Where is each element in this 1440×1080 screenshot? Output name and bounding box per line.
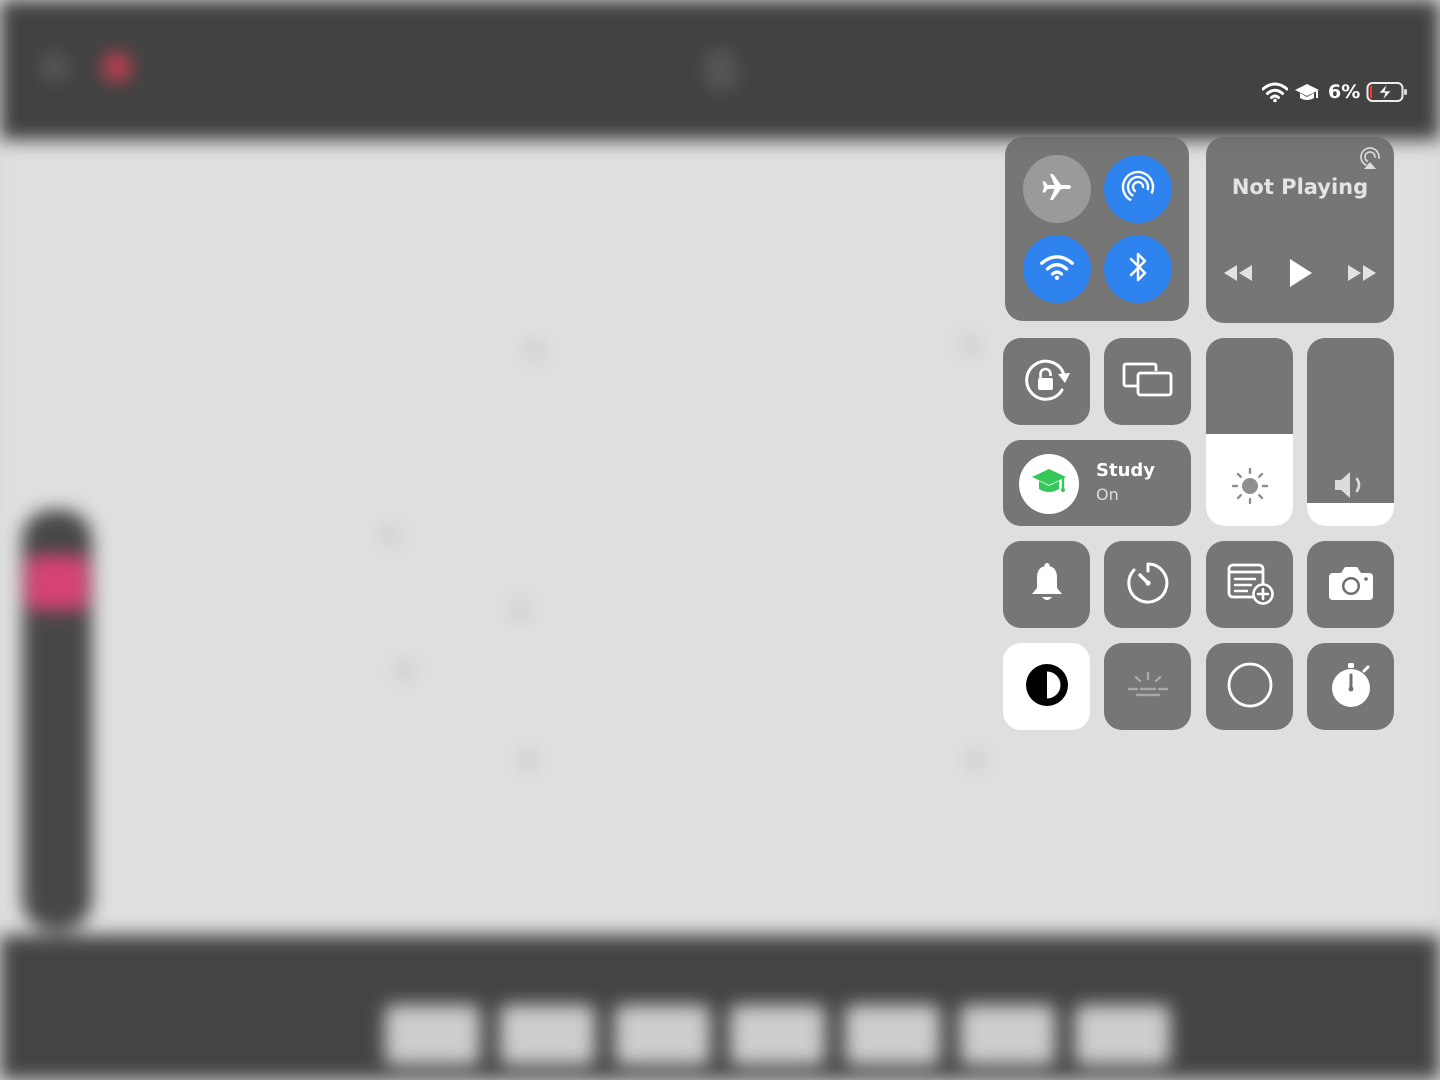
orientation-lock-button[interactable]: [1003, 338, 1090, 425]
screen-record-button[interactable]: [1206, 643, 1293, 730]
focus-name: Study: [1096, 460, 1156, 481]
speaker-icon: [1331, 468, 1371, 506]
dark-mode-button[interactable]: [1003, 643, 1090, 730]
stopwatch-button[interactable]: [1307, 643, 1394, 730]
study-focus-icon: [1294, 81, 1320, 103]
focus-state: On: [1096, 485, 1119, 504]
camera-icon: [1327, 564, 1375, 606]
airplane-icon: [1040, 170, 1074, 208]
battery-charging-icon: [1366, 81, 1408, 103]
camera-button[interactable]: [1307, 541, 1394, 628]
graduation-cap-icon: [1030, 465, 1068, 503]
focus-icon-circle: [1019, 454, 1079, 514]
brightness-slider[interactable]: [1206, 338, 1293, 526]
wifi-toggle[interactable]: [1023, 235, 1091, 303]
fast-forward-icon[interactable]: [1346, 262, 1378, 288]
connectivity-module: [1005, 137, 1189, 321]
volume-slider[interactable]: [1307, 338, 1394, 526]
status-bar: 6%: [1262, 78, 1408, 106]
true-tone-icon: [1123, 670, 1173, 704]
sun-icon: [1230, 466, 1270, 510]
battery-percent: 6%: [1328, 81, 1361, 103]
airdrop-toggle[interactable]: [1104, 155, 1172, 223]
screen-mirroring-button[interactable]: [1104, 338, 1191, 425]
now-playing-title: Not Playing: [1231, 175, 1369, 199]
silent-mode-button[interactable]: [1003, 541, 1090, 628]
wifi-icon: [1262, 81, 1288, 103]
now-playing-module[interactable]: Not Playing: [1206, 137, 1394, 323]
timer-icon: [1126, 561, 1170, 609]
play-icon[interactable]: [1286, 257, 1314, 293]
wifi-icon: [1040, 253, 1074, 285]
screen-record-icon: [1226, 661, 1274, 713]
timer-button[interactable]: [1104, 541, 1191, 628]
focus-module[interactable]: Study On: [1003, 440, 1191, 526]
quick-note-button[interactable]: [1206, 541, 1293, 628]
airplay-icon[interactable]: [1358, 147, 1382, 175]
quick-note-icon: [1225, 561, 1275, 609]
volume-fill: [1307, 503, 1394, 526]
bluetooth-icon: [1126, 250, 1150, 288]
bell-icon: [1029, 562, 1065, 608]
airplane-mode-toggle[interactable]: [1023, 155, 1091, 223]
bluetooth-toggle[interactable]: [1104, 235, 1172, 303]
stopwatch-icon: [1329, 661, 1373, 713]
orientation-lock-icon: [1022, 357, 1072, 407]
screen-mirroring-icon: [1121, 360, 1175, 404]
true-tone-button[interactable]: [1104, 643, 1191, 730]
rewind-icon[interactable]: [1222, 262, 1254, 288]
dark-mode-icon: [1024, 662, 1070, 712]
airdrop-icon: [1120, 169, 1156, 209]
